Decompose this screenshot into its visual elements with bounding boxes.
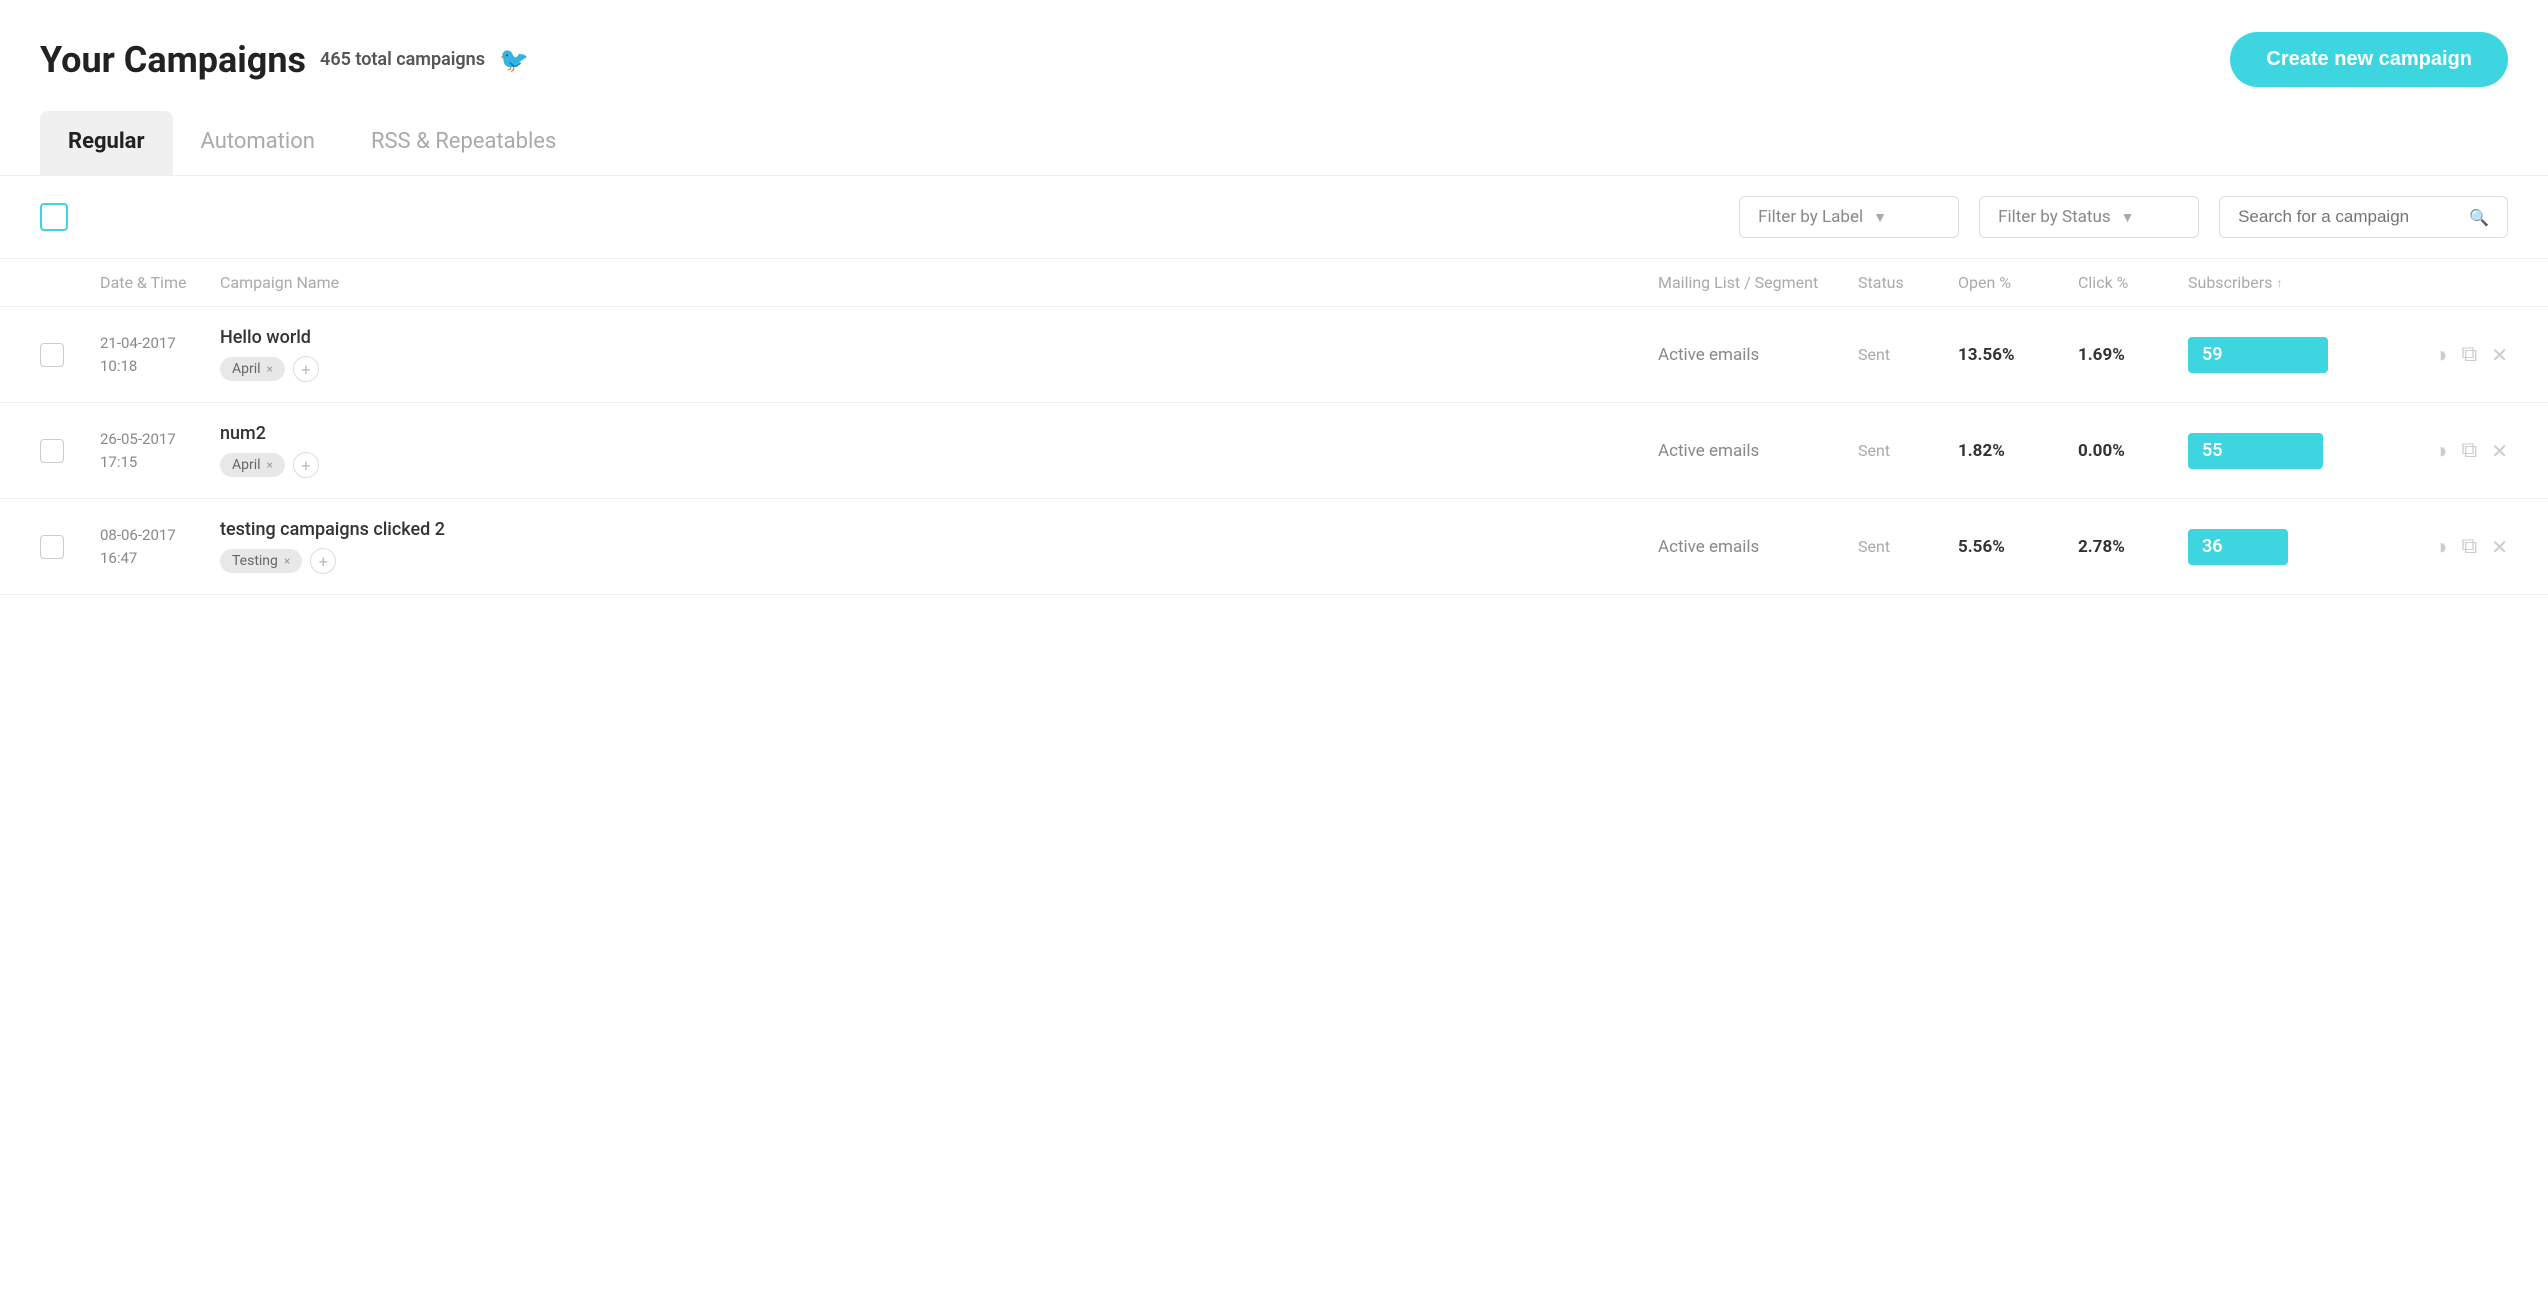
- tag-label: April ×: [220, 357, 285, 381]
- total-count: 465: [320, 49, 351, 70]
- subscribers-bar: 59: [2188, 337, 2388, 373]
- subscribers-bar-fill: 59: [2188, 337, 2328, 373]
- tag-row: April × +: [220, 356, 1658, 382]
- mailing-list: Active emails: [1658, 441, 1858, 461]
- subscribers-count: 55: [2202, 440, 2223, 461]
- th-click-pct: Click %: [2078, 273, 2188, 292]
- header-left: Your Campaigns 465 total campaigns 🐦: [40, 39, 529, 81]
- tag-add-button[interactable]: +: [293, 356, 319, 382]
- row-actions: ◑ ⧉ ✕: [2388, 342, 2508, 368]
- row-actions: ◑ ⧉ ✕: [2388, 438, 2508, 464]
- page-wrapper: Your Campaigns 465 total campaigns 🐦 Cre…: [0, 0, 2548, 1296]
- subscribers-bar: 55: [2188, 433, 2388, 469]
- tag-row: April × +: [220, 452, 1658, 478]
- tab-regular[interactable]: Regular: [40, 111, 173, 175]
- sort-icon: ↑: [2276, 276, 2282, 290]
- chart-icon[interactable]: ◑: [2434, 534, 2447, 560]
- subscribers-count: 36: [2202, 536, 2223, 557]
- tag-remove-icon[interactable]: ×: [267, 362, 273, 376]
- page-header: Your Campaigns 465 total campaigns 🐦 Cre…: [0, 0, 2548, 111]
- subscribers-count: 59: [2202, 344, 2223, 365]
- page-title: Your Campaigns: [40, 39, 306, 81]
- campaign-status: Sent: [1858, 537, 1958, 556]
- tag-row: Testing × +: [220, 548, 1658, 574]
- campaign-info: num2 April × +: [220, 423, 1658, 478]
- table-header: Date & Time Campaign Name Mailing List /…: [0, 258, 2548, 307]
- campaign-name: Hello world: [220, 327, 1658, 348]
- campaign-status: Sent: [1858, 345, 1958, 364]
- tab-automation[interactable]: Automation: [173, 111, 343, 175]
- total-label: total campaigns: [355, 49, 485, 70]
- filter-status-text: Filter by Status: [1998, 207, 2111, 227]
- campaign-date-time: 08-06-201716:47: [100, 524, 220, 569]
- table-row: 21-04-201710:18 Hello world April × + Ac…: [0, 307, 2548, 403]
- filter-by-status-dropdown[interactable]: Filter by Status ▼: [1979, 196, 2199, 238]
- open-percent: 1.82%: [1958, 441, 2078, 461]
- row-checkbox[interactable]: [40, 439, 100, 463]
- tag-remove-icon[interactable]: ×: [284, 554, 290, 568]
- search-icon: 🔍: [2469, 208, 2489, 227]
- tag-label: April ×: [220, 453, 285, 477]
- select-all-checkbox[interactable]: [40, 203, 68, 231]
- copy-icon[interactable]: ⧉: [2462, 342, 2478, 367]
- open-percent: 5.56%: [1958, 537, 2078, 557]
- filter-label-text: Filter by Label: [1758, 207, 1863, 227]
- click-percent: 1.69%: [2078, 345, 2188, 365]
- delete-icon[interactable]: ✕: [2491, 439, 2508, 463]
- row-actions: ◑ ⧉ ✕: [2388, 534, 2508, 560]
- chevron-down-icon: ▼: [1873, 209, 1887, 226]
- th-campaign-name: Campaign Name: [220, 273, 1658, 292]
- tab-rss[interactable]: RSS & Repeatables: [343, 111, 584, 175]
- tag-remove-icon[interactable]: ×: [267, 458, 273, 472]
- table-row: 26-05-201717:15 num2 April × + Active em…: [0, 403, 2548, 499]
- subscribers-bar-fill: 36: [2188, 529, 2288, 565]
- row-checkbox[interactable]: [40, 535, 100, 559]
- tag-add-button[interactable]: +: [310, 548, 336, 574]
- tag-add-button[interactable]: +: [293, 452, 319, 478]
- campaign-date-time: 21-04-201710:18: [100, 332, 220, 377]
- campaign-name: num2: [220, 423, 1658, 444]
- subscribers-bar-fill: 55: [2188, 433, 2323, 469]
- copy-icon[interactable]: ⧉: [2462, 438, 2478, 463]
- campaign-name: testing campaigns clicked 2: [220, 519, 1658, 540]
- create-campaign-button[interactable]: Create new campaign: [2230, 32, 2508, 87]
- th-subscribers[interactable]: Subscribers ↑: [2188, 273, 2388, 292]
- search-input[interactable]: [2238, 207, 2459, 227]
- chart-icon[interactable]: ◑: [2434, 342, 2447, 368]
- th-open-pct: Open %: [1958, 273, 2078, 292]
- table-row: 08-06-201716:47 testing campaigns clicke…: [0, 499, 2548, 595]
- row-checkbox[interactable]: [40, 343, 100, 367]
- th-date-time: Date & Time: [100, 273, 220, 292]
- subscribers-bar: 36: [2188, 529, 2388, 565]
- bird-icon: 🐦: [499, 46, 529, 74]
- campaign-status: Sent: [1858, 441, 1958, 460]
- th-mailing-list: Mailing List / Segment: [1658, 273, 1858, 292]
- tag-label: Testing ×: [220, 549, 302, 573]
- total-campaigns: 465 total campaigns: [320, 49, 485, 70]
- search-box[interactable]: 🔍: [2219, 196, 2508, 238]
- th-status: Status: [1858, 273, 1958, 292]
- filters-row: Filter by Label ▼ Filter by Status ▼ 🔍: [0, 175, 2548, 258]
- open-percent: 13.56%: [1958, 345, 2078, 365]
- mailing-list: Active emails: [1658, 345, 1858, 365]
- click-percent: 0.00%: [2078, 441, 2188, 461]
- campaign-date-time: 26-05-201717:15: [100, 428, 220, 473]
- campaign-info: testing campaigns clicked 2 Testing × +: [220, 519, 1658, 574]
- click-percent: 2.78%: [2078, 537, 2188, 557]
- copy-icon[interactable]: ⧉: [2462, 534, 2478, 559]
- campaign-tabs: Regular Automation RSS & Repeatables: [0, 111, 2548, 175]
- mailing-list: Active emails: [1658, 537, 1858, 557]
- delete-icon[interactable]: ✕: [2491, 343, 2508, 367]
- chart-icon[interactable]: ◑: [2434, 438, 2447, 464]
- campaign-rows-container: 21-04-201710:18 Hello world April × + Ac…: [0, 307, 2548, 595]
- chevron-down-icon: ▼: [2121, 209, 2135, 226]
- campaign-info: Hello world April × +: [220, 327, 1658, 382]
- filter-by-label-dropdown[interactable]: Filter by Label ▼: [1739, 196, 1959, 238]
- delete-icon[interactable]: ✕: [2491, 535, 2508, 559]
